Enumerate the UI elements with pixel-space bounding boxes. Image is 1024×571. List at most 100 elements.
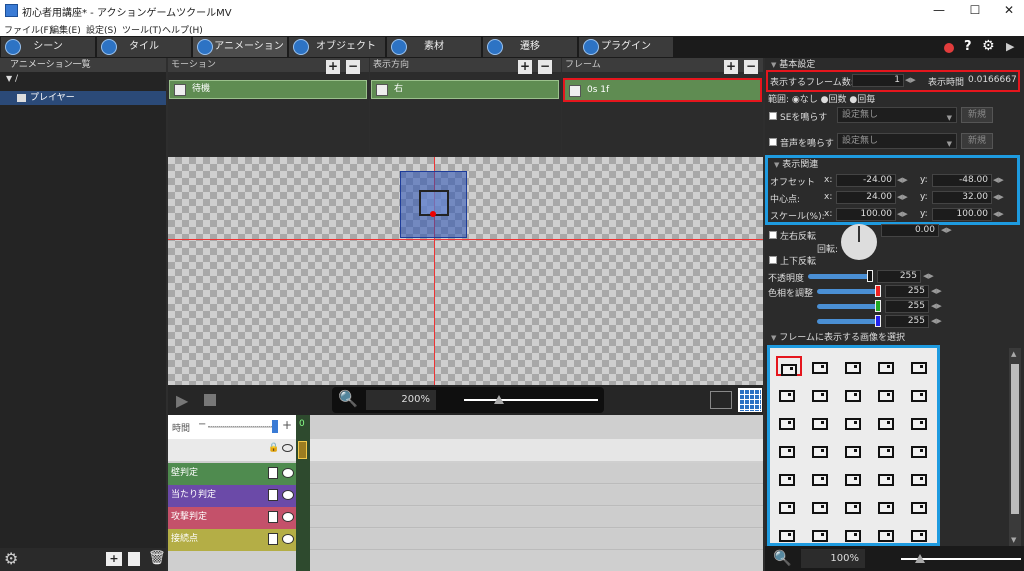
voice-select[interactable]: 設定無し ▼: [837, 133, 957, 149]
offset-x-stepper[interactable]: ◀▶: [897, 176, 908, 184]
se-select[interactable]: 設定無し ▼: [837, 107, 957, 123]
opacity-input[interactable]: 255: [877, 270, 921, 283]
maximize-button[interactable]: ☐: [958, 0, 992, 22]
sprite-frame-thumbnail[interactable]: [776, 468, 802, 488]
flip-v-checkbox[interactable]: [769, 256, 777, 264]
tab-tile[interactable]: タイル: [97, 37, 191, 57]
sprite-frame-thumbnail[interactable]: [776, 356, 802, 376]
sprite-grid-scrollbar[interactable]: ▲ ▼: [1009, 348, 1021, 548]
hue-r-stepper[interactable]: ◀▶: [931, 287, 942, 295]
hue-b-input[interactable]: 255: [885, 315, 929, 328]
menu-edit[interactable]: 編集(E): [50, 23, 81, 36]
scale-x-input[interactable]: 100.00: [836, 208, 896, 221]
sidebar-gear-icon[interactable]: ⚙: [4, 549, 18, 568]
offset-y-stepper[interactable]: ◀▶: [993, 176, 1004, 184]
remove-frame-button[interactable]: −: [744, 60, 758, 74]
hue-b-stepper[interactable]: ◀▶: [931, 317, 942, 325]
sprite-frame-thumbnail[interactable]: [908, 384, 934, 404]
timeline-frame-column[interactable]: 0: [296, 415, 310, 571]
rotation-dial[interactable]: [841, 224, 877, 260]
remove-direction-button[interactable]: −: [538, 60, 552, 74]
add-motion-button[interactable]: +: [326, 60, 340, 74]
sprite-frame-thumbnail[interactable]: [875, 496, 901, 516]
trash-icon[interactable]: 🗑: [148, 550, 166, 566]
rotate-input[interactable]: 0.00: [881, 224, 939, 237]
zoom-icon[interactable]: 🔍: [338, 389, 358, 408]
gear-icon[interactable]: ⚙: [982, 38, 995, 54]
sprite-frame-thumbnail[interactable]: [842, 356, 868, 376]
sprite-frame-thumbnail[interactable]: [809, 524, 835, 543]
eye-icon[interactable]: [282, 534, 294, 544]
sprite-selection[interactable]: [400, 171, 467, 238]
lock-icon[interactable]: 🔒: [268, 443, 279, 453]
hue-r-thumb[interactable]: [875, 285, 881, 297]
timeline-zoom-thumb[interactable]: [272, 420, 278, 433]
minimize-button[interactable]: —: [922, 0, 956, 22]
flip-h-checkbox[interactable]: [769, 231, 777, 239]
hue-b-slider[interactable]: [817, 319, 879, 324]
scale-x-stepper[interactable]: ◀▶: [897, 210, 908, 218]
scroll-down-icon[interactable]: ▼: [1011, 536, 1016, 544]
menu-settings[interactable]: 設定(S): [86, 23, 117, 36]
tree-root[interactable]: ▼ /: [0, 74, 166, 88]
sprite-frame-thumbnail[interactable]: [875, 440, 901, 460]
sprite-frame-thumbnail[interactable]: [875, 412, 901, 432]
tab-animation[interactable]: アニメーション: [193, 37, 287, 57]
zoom-value[interactable]: 200%: [366, 390, 436, 410]
hue-g-slider[interactable]: [817, 304, 879, 309]
add-folder-icon[interactable]: +: [106, 552, 122, 566]
scale-y-input[interactable]: 100.00: [932, 208, 992, 221]
sprite-frame-thumbnail[interactable]: [776, 384, 802, 404]
center-y-input[interactable]: 32.00: [932, 191, 992, 204]
motion-item[interactable]: 待機: [169, 80, 367, 99]
sprite-frame-thumbnail[interactable]: [776, 412, 802, 432]
opacity-slider-thumb[interactable]: [867, 270, 873, 282]
sprite-frame-thumbnail[interactable]: [908, 524, 934, 543]
list-item[interactable]: プレイヤー: [0, 91, 166, 105]
hue-r-slider[interactable]: [817, 289, 879, 294]
rotate-stepper[interactable]: ◀▶: [941, 226, 952, 234]
offset-x-input[interactable]: -24.00: [836, 174, 896, 187]
eye-icon[interactable]: [282, 468, 294, 478]
sprite-frame-thumbnail[interactable]: [809, 412, 835, 432]
lock-icon[interactable]: [268, 489, 278, 501]
hue-r-input[interactable]: 255: [885, 285, 929, 298]
hue-g-input[interactable]: 255: [885, 300, 929, 313]
sprite-frame-thumbnail[interactable]: [908, 412, 934, 432]
opacity-stepper[interactable]: ◀▶: [923, 272, 934, 280]
zoom-slider-track[interactable]: [464, 399, 598, 401]
se-new-button[interactable]: 新規: [961, 107, 993, 123]
frame-count-stepper[interactable]: ◀▶: [905, 76, 916, 84]
menu-tools[interactable]: ツール(T): [122, 23, 162, 36]
animation-canvas[interactable]: [168, 157, 763, 385]
lock-icon[interactable]: [268, 467, 278, 479]
offset-y-input[interactable]: -48.00: [932, 174, 992, 187]
voice-new-button[interactable]: 新規: [961, 133, 993, 149]
sprite-frame-thumbnail[interactable]: [875, 384, 901, 404]
sprite-frame-thumbnail[interactable]: [842, 440, 868, 460]
add-frame-button[interactable]: +: [724, 60, 738, 74]
sprite-frame-thumbnail[interactable]: [809, 468, 835, 488]
zoom-out-icon[interactable]: −: [198, 419, 206, 430]
sprite-frame-thumbnail[interactable]: [776, 440, 802, 460]
hue-g-thumb[interactable]: [875, 300, 881, 312]
grid-toggle-icon[interactable]: [738, 388, 762, 412]
zoom-in-icon[interactable]: +: [282, 418, 292, 432]
sprite-frame-thumbnail[interactable]: [809, 440, 835, 460]
sprite-frame-thumbnail[interactable]: [875, 356, 901, 376]
center-x-input[interactable]: 24.00: [836, 191, 896, 204]
tab-transition[interactable]: 遷移: [483, 37, 577, 57]
center-y-stepper[interactable]: ◀▶: [993, 193, 1004, 201]
play-animation-icon[interactable]: ▶: [176, 391, 188, 410]
sprite-frame-thumbnail[interactable]: [842, 524, 868, 543]
sprite-zoom-icon[interactable]: 🔍: [773, 549, 792, 567]
show-reference-icon[interactable]: [710, 391, 732, 409]
lock-icon[interactable]: [268, 511, 278, 523]
play-icon[interactable]: ▶: [1006, 40, 1014, 53]
tab-scene[interactable]: シーン: [1, 37, 95, 57]
sprite-frame-thumbnail[interactable]: [842, 412, 868, 432]
add-file-icon[interactable]: [128, 552, 140, 566]
scrollbar-thumb[interactable]: [1011, 364, 1019, 514]
timeline-track-lane[interactable]: [310, 485, 763, 506]
sprite-frame-thumbnail[interactable]: [842, 496, 868, 516]
